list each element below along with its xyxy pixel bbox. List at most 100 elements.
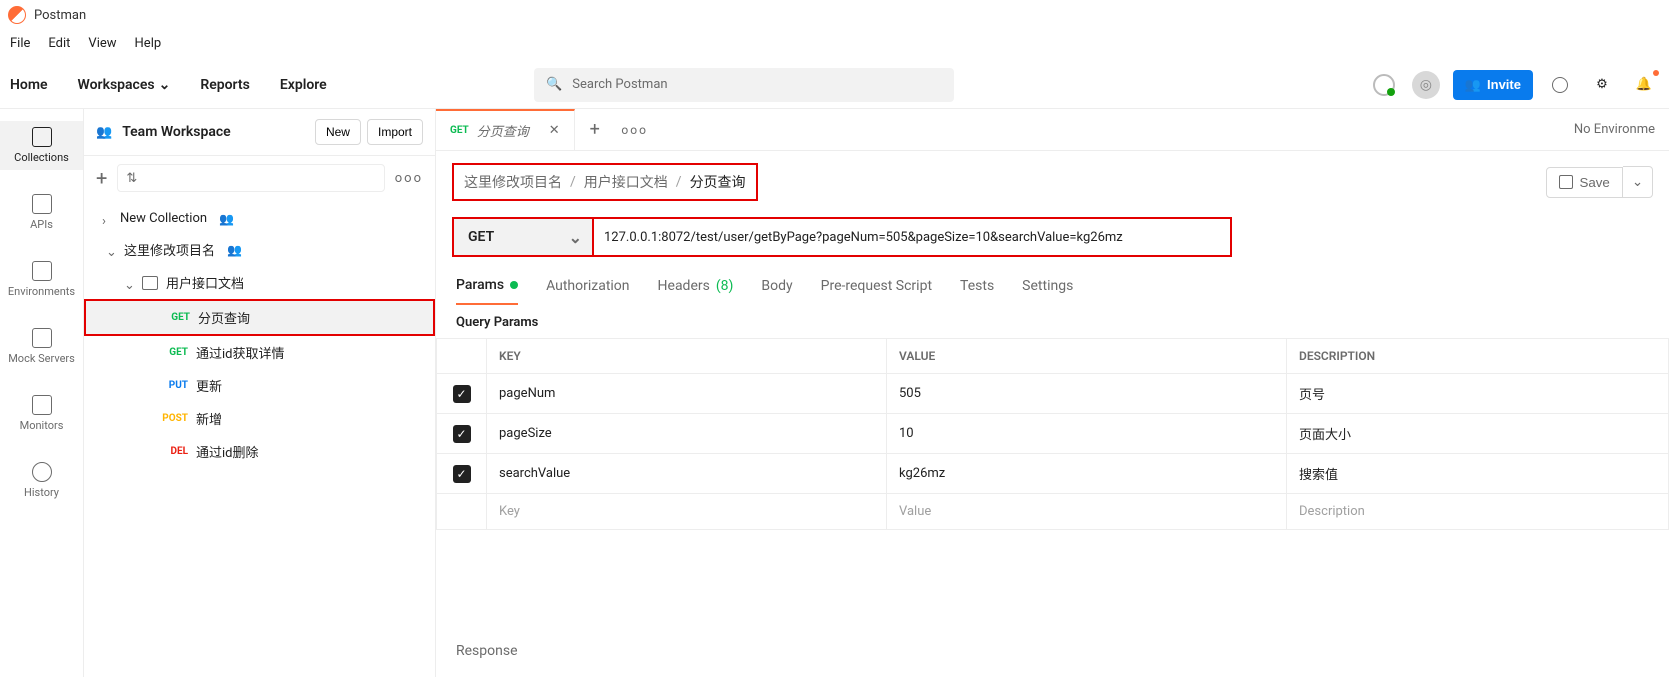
tab-request[interactable]: GET 分页查询 ✕ (436, 109, 575, 150)
tree-request-2[interactable]: PUT更新 (84, 369, 435, 402)
tree-request-0[interactable]: GET分页查询 (84, 299, 435, 336)
param-key[interactable]: pageNum (487, 374, 887, 414)
param-row: ✓ searchValue kg26mz 搜索值 (437, 454, 1669, 494)
checkbox[interactable]: ✓ (453, 465, 471, 483)
save-button[interactable]: Save (1546, 167, 1622, 198)
menu-edit[interactable]: Edit (48, 36, 70, 51)
people-plus-icon: 👥 (1465, 77, 1481, 93)
monitors-icon (32, 395, 52, 415)
desc-placeholder[interactable]: Description (1287, 494, 1669, 530)
filter-input[interactable]: ⇅ (117, 164, 384, 192)
avatar[interactable]: ◎ (1411, 70, 1441, 100)
folder-icon (142, 276, 158, 290)
tree-new-collection[interactable]: New Collection👥 (84, 204, 435, 233)
add-icon[interactable]: + (96, 166, 107, 190)
filter-icon: ⇅ (126, 171, 137, 186)
dot-icon (510, 281, 518, 289)
menu-view[interactable]: View (88, 36, 116, 51)
tree-request-3[interactable]: POST新增 (84, 402, 435, 435)
search-icon: 🔍 (546, 77, 562, 92)
value-placeholder[interactable]: Value (887, 494, 1287, 530)
more-icon[interactable]: ooo (395, 171, 423, 186)
param-desc[interactable]: 页面大小 (1287, 414, 1669, 454)
url-input[interactable]: 127.0.0.1:8072/test/user/getByPage?pageN… (592, 217, 1232, 257)
save-icon (1559, 175, 1573, 189)
history-icon (32, 462, 52, 482)
top-nav: Home Workspaces ⌄ Reports Explore 🔍 Sear… (0, 61, 1669, 109)
rail-mock-servers[interactable]: Mock Servers (0, 322, 83, 371)
tree-folder[interactable]: 用户接口文档 (84, 266, 435, 299)
tab-more-icon[interactable]: ooo (615, 123, 655, 137)
param-key[interactable]: searchValue (487, 454, 887, 494)
rail-apis[interactable]: APIs (0, 188, 83, 237)
title-bar: Postman (0, 0, 1669, 30)
tree-request-1[interactable]: GET通过id获取详情 (84, 336, 435, 369)
apis-icon (32, 194, 52, 214)
environment-label[interactable]: No Environme (1560, 122, 1669, 137)
new-button[interactable]: New (315, 119, 361, 145)
param-value[interactable]: 505 (887, 374, 1287, 414)
tab-prerequest[interactable]: Pre-request Script (821, 271, 932, 305)
notifications-icon[interactable]: 🔔 (1629, 70, 1659, 100)
tab-body[interactable]: Body (761, 271, 792, 305)
param-value[interactable]: 10 (887, 414, 1287, 454)
rail-collections[interactable]: Collections (0, 121, 83, 170)
people-icon: 👥 (96, 125, 112, 140)
section-title: Query Params (436, 305, 1669, 338)
caret-down-icon (124, 278, 134, 288)
nav-explore[interactable]: Explore (280, 77, 327, 93)
checkbox[interactable]: ✓ (453, 425, 471, 443)
collections-icon (32, 127, 52, 147)
checkbox[interactable]: ✓ (453, 385, 471, 403)
sync-icon[interactable] (1369, 70, 1399, 100)
app-name: Postman (34, 8, 86, 23)
menu-help[interactable]: Help (135, 36, 162, 51)
nav-reports[interactable]: Reports (200, 77, 250, 93)
tab-settings[interactable]: Settings (1022, 271, 1073, 305)
icon-rail: Collections APIs Environments Mock Serve… (0, 109, 84, 677)
param-row: ✓ pageNum 505 页号 (437, 374, 1669, 414)
rail-monitors[interactable]: Monitors (0, 389, 83, 438)
rail-environments[interactable]: Environments (0, 255, 83, 304)
col-value: VALUE (887, 339, 1287, 374)
sidebar-tools: + ⇅ ooo (84, 156, 435, 200)
param-key[interactable]: pageSize (487, 414, 887, 454)
menu-file[interactable]: File (10, 36, 30, 51)
param-desc[interactable]: 页号 (1287, 374, 1669, 414)
content-inner: GET 分页查询 ✕ + ooo No Environme 这里修改项目名 / … (436, 109, 1669, 677)
close-icon[interactable]: ✕ (549, 123, 560, 138)
mock-servers-icon (32, 328, 52, 348)
tree-project[interactable]: 这里修改项目名👥 (84, 233, 435, 266)
tab-tests[interactable]: Tests (960, 271, 994, 305)
tab-params[interactable]: Params (456, 271, 518, 305)
save-dropdown[interactable]: ⌄ (1623, 166, 1653, 198)
tab-authorization[interactable]: Authorization (546, 271, 629, 305)
nav-home[interactable]: Home (10, 77, 48, 93)
breadcrumb-project[interactable]: 这里修改项目名 (464, 172, 562, 192)
add-tab-icon[interactable]: + (575, 119, 615, 140)
menu-bar: File Edit View Help (0, 30, 1669, 61)
tree-request-4[interactable]: DEL通过id删除 (84, 435, 435, 468)
tab-method-badge: GET (450, 125, 469, 136)
method-select[interactable]: GET (452, 217, 592, 257)
caret-down-icon (106, 245, 116, 255)
invite-button[interactable]: 👥Invite (1453, 70, 1533, 100)
key-placeholder[interactable]: Key (487, 494, 887, 530)
settings-icon[interactable]: ⚙ (1587, 70, 1617, 100)
collection-tree: New Collection👥 这里修改项目名👥 用户接口文档 GET分页查询 … (84, 200, 435, 472)
rail-history[interactable]: History (0, 456, 83, 505)
param-desc[interactable]: 搜索值 (1287, 454, 1669, 494)
method-badge: GET (162, 312, 190, 323)
nav-left: Home Workspaces ⌄ Reports Explore (10, 77, 327, 93)
chevron-down-icon: ⌄ (159, 77, 171, 93)
breadcrumb-sep: / (570, 174, 576, 190)
import-button[interactable]: Import (367, 119, 423, 145)
param-value[interactable]: kg26mz (887, 454, 1287, 494)
search-input[interactable]: 🔍 Search Postman (534, 68, 954, 102)
breadcrumb-folder[interactable]: 用户接口文档 (584, 172, 668, 192)
tab-headers[interactable]: Headers (8) (658, 271, 734, 305)
request-tabs: Params Authorization Headers (8) Body Pr… (436, 257, 1669, 305)
capture-icon[interactable] (1545, 70, 1575, 100)
method-badge: GET (160, 347, 188, 358)
nav-workspaces[interactable]: Workspaces ⌄ (78, 77, 171, 93)
